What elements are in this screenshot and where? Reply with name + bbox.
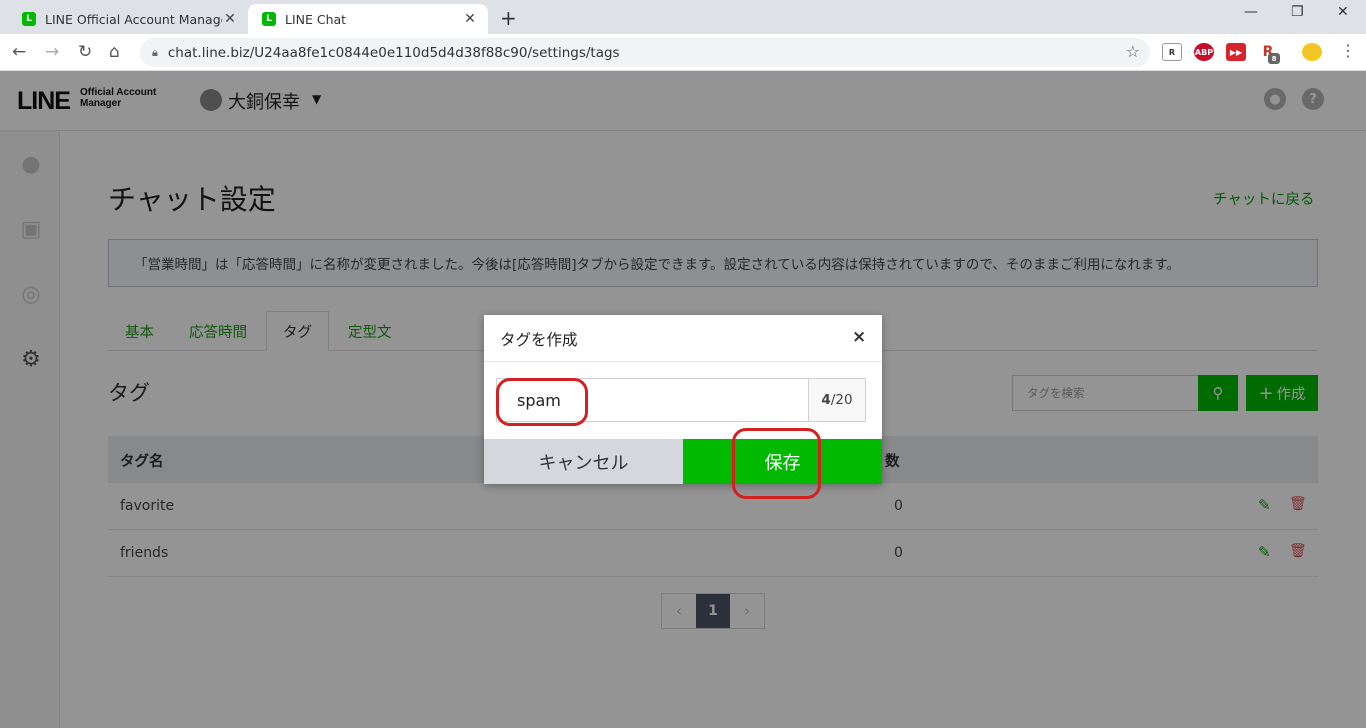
dialog-title: タグを作成 [500, 331, 578, 349]
menu-kebab-icon[interactable]: ⋮ [1340, 41, 1356, 60]
close-icon[interactable]: ✕ [462, 11, 478, 27]
browser-tab-title: LINE Chat [285, 11, 347, 27]
extension-badge: 8 [1268, 53, 1280, 64]
window-close-icon[interactable]: ✕ [1337, 4, 1349, 20]
forward-arrow-icon[interactable]: → [45, 42, 59, 62]
extension-rw-icon[interactable]: R [1162, 43, 1182, 61]
browser-tab-chat[interactable]: L LINE Chat ✕ [248, 4, 488, 34]
line-favicon-icon: L [22, 12, 36, 26]
lock-icon: 🔒︎ [152, 45, 158, 59]
bookmark-star-icon[interactable]: ☆ [1126, 42, 1140, 61]
annotation-circle-input [496, 378, 588, 426]
restore-icon[interactable]: ❐ [1291, 4, 1304, 20]
char-counter: 4 /20 [808, 378, 866, 422]
line-favicon-icon: L [262, 12, 276, 26]
home-icon[interactable]: ⌂ [109, 42, 120, 62]
adblock-icon[interactable]: ABP [1194, 43, 1214, 61]
back-arrow-icon[interactable]: ← [12, 42, 26, 62]
url-text: chat.line.biz/U24aa8fe1c0844e0e110d5d4d3… [167, 44, 620, 61]
browser-tab-oam[interactable]: L LINE Official Account Manager ✕ [8, 4, 248, 34]
url-bar[interactable]: 🔒︎ chat.line.biz/U24aa8fe1c0844e0e110d5d… [140, 38, 1150, 67]
close-icon[interactable]: ✕ [222, 11, 238, 27]
profile-icon[interactable] [1302, 43, 1322, 61]
minimize-icon[interactable]: — [1244, 4, 1258, 20]
browser-tab-bar: L LINE Official Account Manager ✕ L LINE… [0, 0, 1366, 34]
char-count-current: 4 [821, 392, 831, 408]
cancel-button[interactable]: キャンセル [484, 439, 683, 484]
reload-icon[interactable]: ↻ [78, 42, 92, 62]
annotation-circle-save [732, 428, 821, 499]
new-tab-icon[interactable]: + [500, 6, 517, 30]
extension-video-icon[interactable]: ▶▶ [1226, 43, 1246, 61]
divider [484, 361, 882, 362]
browser-tab-title: LINE Official Account Manager [45, 11, 222, 27]
close-icon[interactable]: × [852, 327, 866, 347]
char-count-max: /20 [830, 392, 853, 408]
